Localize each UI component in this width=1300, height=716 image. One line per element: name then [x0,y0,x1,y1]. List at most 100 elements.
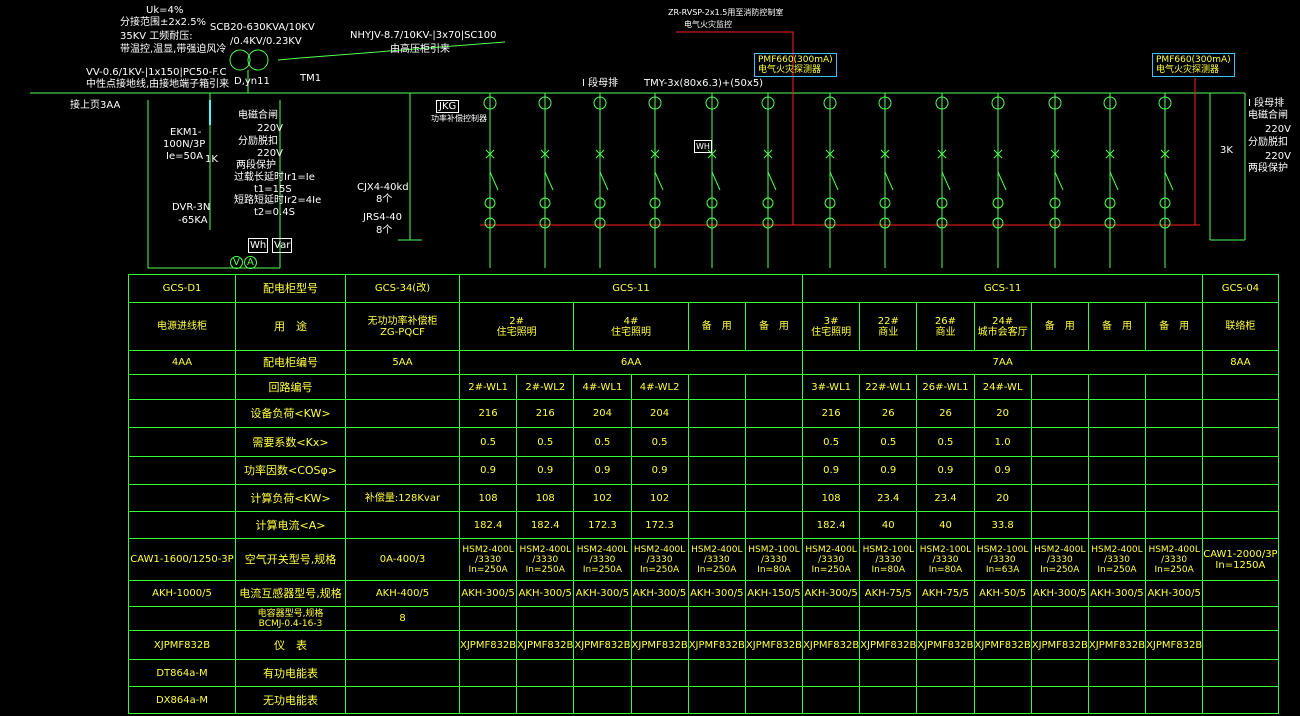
breaker-spec-line: /3330 [1161,554,1188,565]
busbar-model: TMY-3x(80x6.3)+(50x5) [644,78,764,89]
cos-value: 0.9 [802,456,861,485]
table-row: DX864a-M 无功电能表 [128,686,1279,714]
cos-value [687,456,746,485]
tx-group: D,yn11 [234,76,270,87]
fire-monitor-2: PMF660(300mA) 电气火灾探测器 [1152,53,1235,77]
breaker-spec-line: In=80A [871,564,906,575]
kx-value [687,427,746,457]
fire-cable-2: 电气火灾监控 [684,20,732,29]
breaker-spec: HSM2-400L/3330 In=250A [687,538,746,581]
inc-note-1: 220V [257,123,283,134]
ic-value [1087,511,1147,539]
switch-icon [1109,171,1119,191]
cos-value [1145,456,1204,485]
breaker-spec-line: In=80A [757,564,791,575]
meter-spec: XJPMF832B [573,630,632,660]
breaker-capacitor: 0A-400/3 [345,538,460,581]
table-row: 需要系数<Kx> 0.5 0.5 0.5 0.5 0.5 0.5 0.5 1.0 [128,427,1279,457]
tx-ratio: /0.4KV/0.23KV [230,36,302,47]
meter-incomer: XJPMF832B [128,630,236,660]
empty-cell [128,484,236,512]
use-feeder: 2# 住宅照明 [458,302,575,351]
tie-v2: 220V [1265,151,1291,162]
ct-incomer: AKH-1000/5 [128,580,236,607]
load-value: 204 [573,399,632,428]
table-row: 电源进线柜用 途无功功率补偿柜 ZG-PQCF 2# 住宅照明 4# 住宅照明备 用备 用… [128,302,1279,351]
circuits-value: 24#-WL [973,374,1032,400]
empty-cell [128,399,236,428]
no-capacitor: 5AA [345,350,460,375]
empty-cell [630,606,689,631]
cos-value: 0.9 [573,456,632,485]
load-value: 216 [516,399,575,428]
type-group7: GCS-11 [802,274,1204,303]
breaker-spec-line: In=250A [639,564,680,575]
empty-cell [345,427,460,457]
breaker-spec-line: /3330 [760,554,787,565]
pc-value: 23.4 [859,484,918,512]
kx-value [1030,427,1089,457]
load-value [687,399,746,428]
empty-cell [128,374,236,400]
empty-cell [916,686,975,714]
busbar-name: I 段母排 [582,78,619,89]
empty-cell [345,630,460,660]
ic-value [1030,511,1089,539]
breaker-spec: HSM2-400L/3330 In=250A [630,538,689,581]
circuits-value [744,374,804,400]
row-label: 电流互感器型号,规格 [235,580,346,607]
breaker-spec-line: HSM2-400L [691,544,743,555]
row-label: 设备负荷<KW> [235,399,346,428]
use-feeder-line: 备 用 [1101,321,1132,332]
use-feeder: 备 用 [744,302,804,351]
ct-spec: AKH-300/5 [516,580,575,607]
cos-value: 0.9 [630,456,689,485]
tx-model: SCB20-630KVA/10KV [210,22,315,33]
kx-value: 0.5 [916,427,975,457]
row-label: 有功电能表 [235,659,346,687]
row-label: 无功电能表 [235,686,346,714]
circuits-value [1145,374,1204,400]
pc-value: 108 [516,484,575,512]
ekm-model: EKM1- [170,127,202,138]
breaker-spec: HSM2-400L/3330 In=250A [802,538,861,581]
use-feeder-line: 3# [823,315,839,327]
empty-cell [1202,399,1279,428]
breaker-spec-line: HSM2-400L [1091,544,1143,555]
circuits-value: 3#-WL1 [802,374,861,400]
ct-spec: AKH-300/5 [458,580,518,607]
use-feeder: 24# 城市会客厅 [973,302,1032,351]
inc-note-7: 短路短延时Ir2=4Ie [234,195,322,206]
breaker-spec-line: /3330 [875,554,902,565]
empty-cell [973,659,1032,687]
empty-cell [1030,659,1089,687]
breaker-spec-line: In=250A [697,564,737,575]
load-value: 216 [458,399,518,428]
table-row: 计算电流<A> 182.4 182.4 172.3 172.3 182.4 40 40 33.8 [128,511,1279,539]
inc-note-3: 220V [257,148,283,159]
empty-cell [1145,606,1204,631]
breaker-spec-line: In=63A [985,564,1020,575]
empty-cell [516,659,575,687]
circuits-value: 4#-WL1 [573,374,632,400]
ekm-rating: 100N/3P [163,139,206,150]
tie-v1: 220V [1265,124,1291,135]
use-capacitor-line: ZG-PQCF [380,326,425,338]
wh-meter: Wh [248,238,269,253]
empty-cell [744,659,804,687]
breaker-spec-line: /3330 [646,554,673,565]
empty-cell [128,606,236,631]
switch-icon [599,171,609,191]
table-row: 计算负荷<KW> 补偿量:128Kvar 108 108 102 102 108 23.4 23… [128,484,1279,512]
use-feeder-line: 住宅照明 [811,326,852,338]
use-incomer: 电源进线柜 [128,302,236,351]
switch-icon [941,171,951,191]
breaker-spec: HSM2-100L/3330 In=80A [859,538,918,581]
tx-protect: 带温控,温显,带强迫风冷 [120,44,227,55]
use-feeder-line: 商业 [878,326,899,338]
empty-cell [1202,659,1279,687]
ic-value [687,511,746,539]
empty-cell [973,606,1032,631]
inc-note-2: 分励脱扣 [238,136,278,147]
breaker-spec-line: /3330 [818,554,845,565]
